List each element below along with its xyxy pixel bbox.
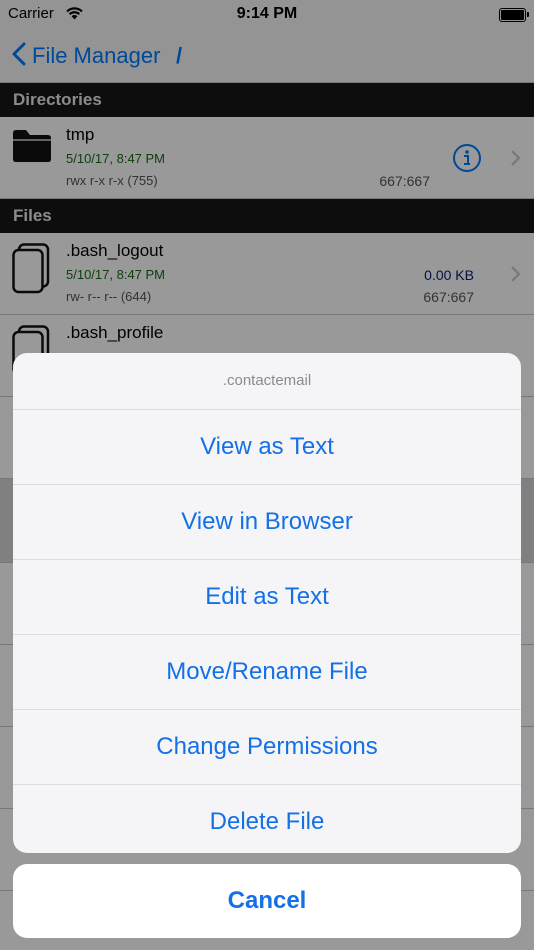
edit-as-text-button[interactable]: Edit as Text [13, 560, 521, 635]
cancel-button[interactable]: Cancel [13, 864, 521, 938]
action-sheet: .contactemail View as Text View in Brows… [13, 353, 521, 853]
action-sheet-title: .contactemail [13, 353, 521, 410]
view-in-browser-button[interactable]: View in Browser [13, 485, 521, 560]
change-permissions-button[interactable]: Change Permissions [13, 710, 521, 785]
delete-file-button[interactable]: Delete File [13, 785, 521, 853]
move-rename-file-button[interactable]: Move/Rename File [13, 635, 521, 710]
view-as-text-button[interactable]: View as Text [13, 410, 521, 485]
